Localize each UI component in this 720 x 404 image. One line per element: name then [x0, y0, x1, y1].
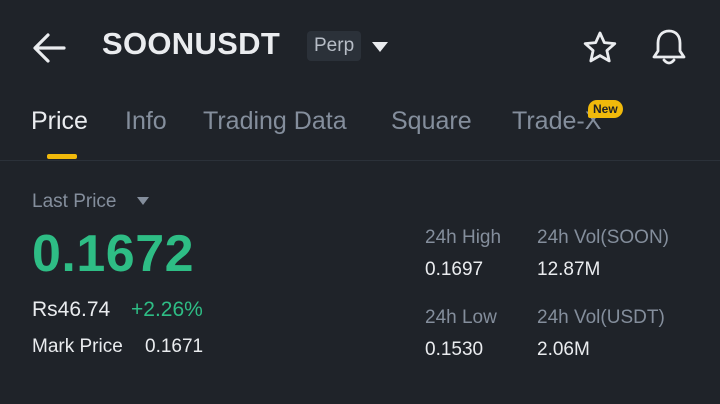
low-24h-value: 0.1530: [425, 339, 484, 360]
low-24h-label: 24h Low: [425, 307, 497, 328]
vol-quote-24h-value: 2.06M: [537, 339, 590, 360]
divider: [0, 160, 720, 161]
arrow-left-icon[interactable]: [30, 30, 68, 66]
mark-price-label: Mark Price: [32, 336, 123, 357]
high-24h-value: 0.1697: [425, 259, 484, 280]
tab-price[interactable]: Price: [31, 107, 88, 136]
caret-down-icon[interactable]: [371, 40, 389, 54]
symbol-title[interactable]: SOONUSDT: [102, 26, 280, 62]
active-tab-indicator: [47, 154, 77, 159]
new-badge: New: [588, 100, 623, 118]
tab-trading-data[interactable]: Trading Data: [203, 107, 347, 136]
caret-down-icon[interactable]: [136, 196, 150, 206]
vol-quote-24h-label: 24h Vol(USDT): [537, 307, 665, 328]
tab-info[interactable]: Info: [125, 107, 167, 136]
last-price-selector[interactable]: Last Price: [32, 191, 116, 213]
star-icon[interactable]: [582, 30, 618, 66]
fiat-price: Rs46.74: [32, 298, 111, 321]
contract-type-badge: Perp: [307, 31, 362, 61]
tab-square[interactable]: Square: [391, 107, 472, 136]
high-24h-label: 24h High: [425, 227, 502, 248]
mark-price-value: 0.1671: [145, 336, 204, 357]
last-price-value: 0.1672: [32, 225, 195, 283]
bell-icon[interactable]: [650, 27, 688, 67]
vol-base-24h-value: 12.87M: [537, 259, 601, 280]
vol-base-24h-label: 24h Vol(SOON): [537, 227, 669, 248]
price-change-percent: +2.26%: [131, 298, 203, 321]
